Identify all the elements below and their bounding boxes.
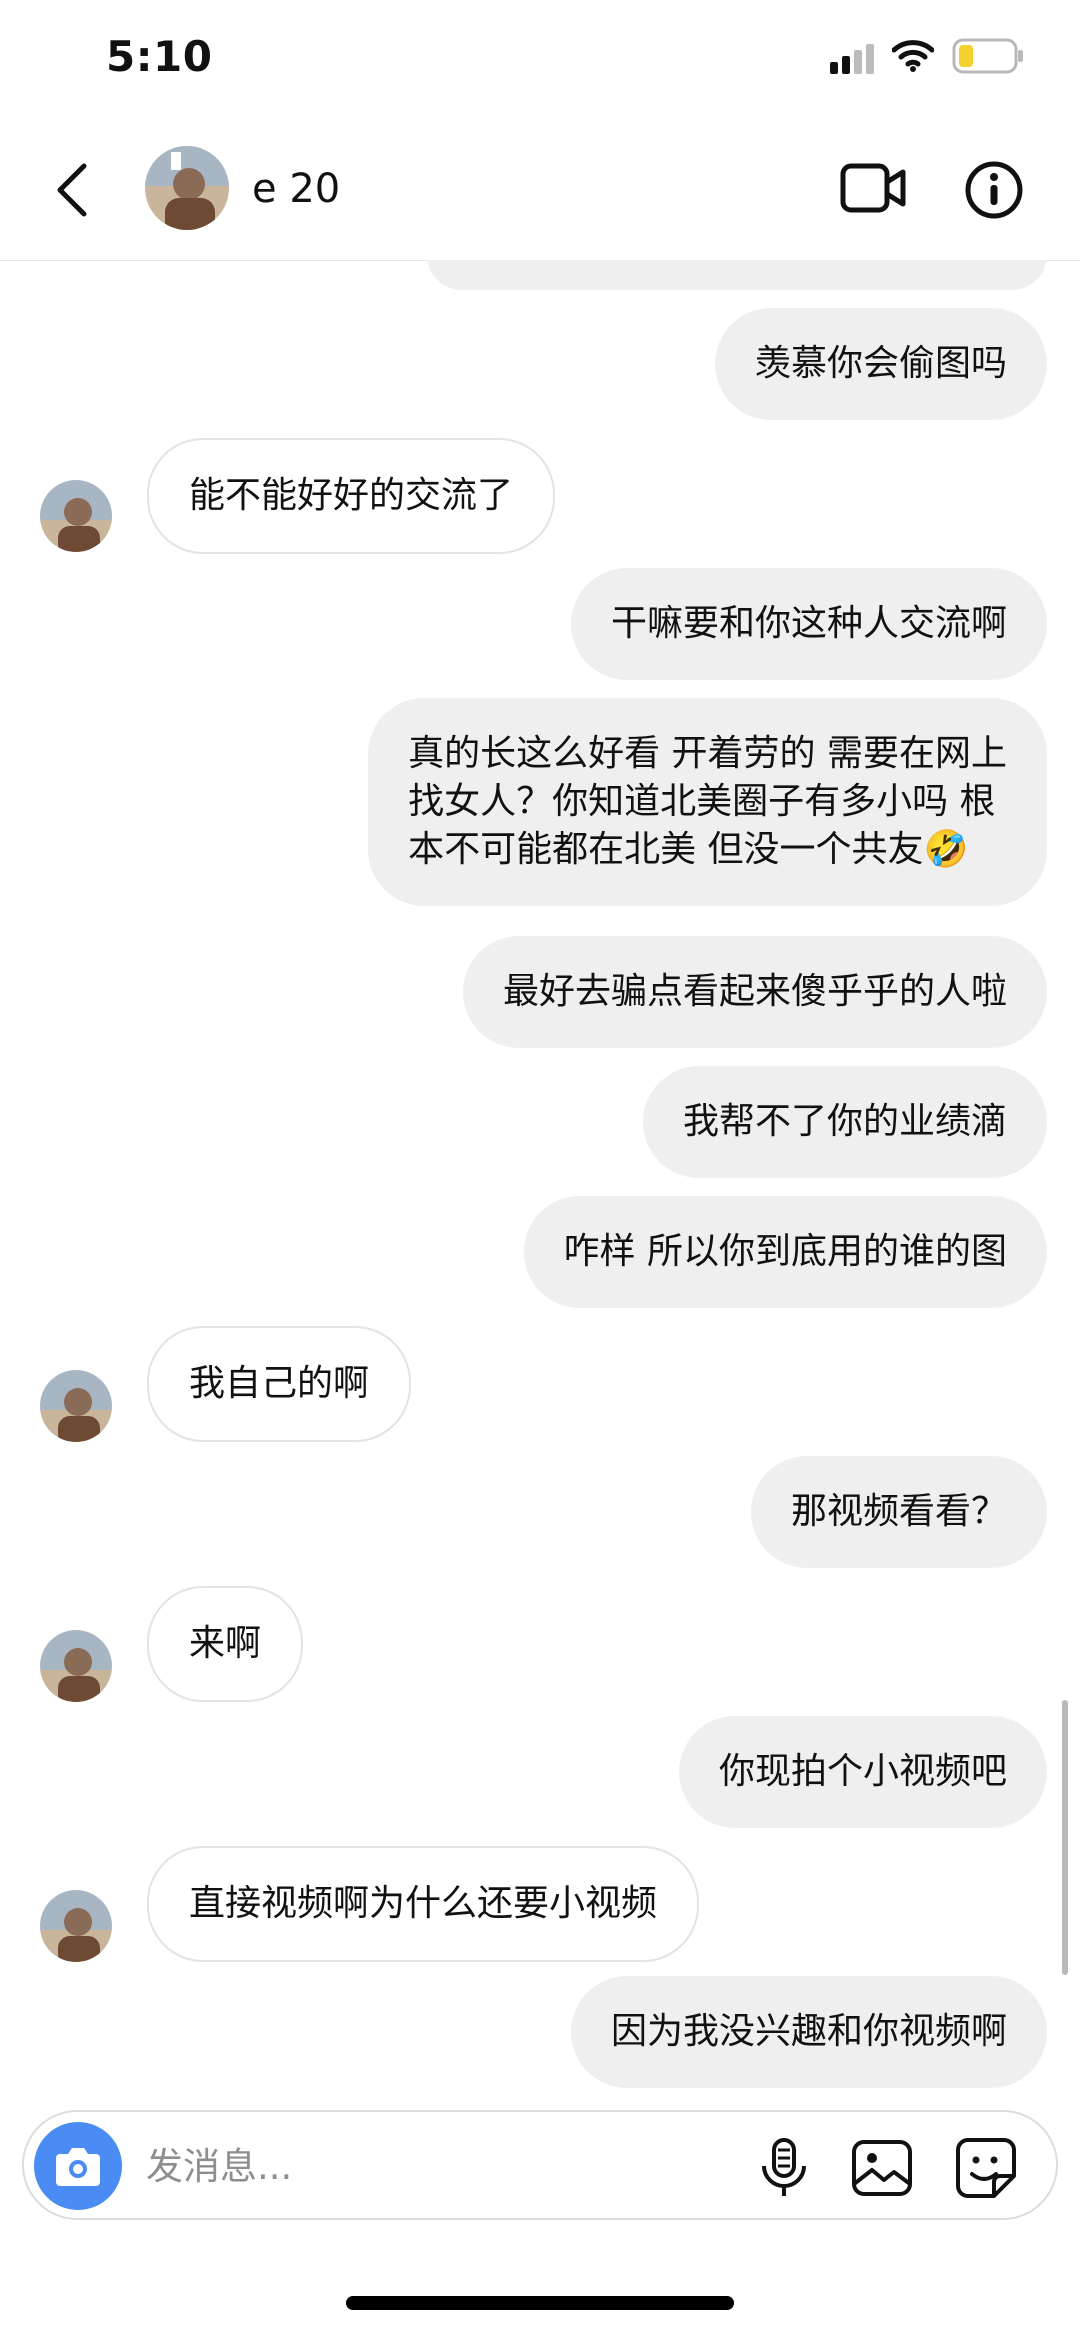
message-bubble[interactable]: 来啊 [147, 1586, 304, 1702]
message-bubble[interactable]: 真的长这么好看 开着劳的 需要在网上 找女人？你知道北美圈子有多小吗 根 本不可… [368, 698, 1047, 906]
message-bubble[interactable]: 我帮不了你的业绩滴 [642, 1066, 1047, 1178]
message-bubble[interactable]: 直接视频啊为什么还要小视频 [147, 1846, 700, 1962]
message-bubble[interactable]: 能不能好好的交流了 [147, 438, 556, 554]
home-indicator[interactable] [346, 2296, 734, 2310]
message-bubble[interactable]: 你现拍个小视频吧 [678, 1716, 1047, 1828]
status-time: 5:10 [106, 32, 213, 81]
message-bubble[interactable]: 最好去骗点看起来傻乎乎的人啦 [462, 936, 1047, 1048]
battery-icon [952, 38, 1023, 74]
message-bubble[interactable]: 干嘛要和你这种人交流啊 [570, 568, 1047, 680]
contact-avatar[interactable] [145, 146, 229, 230]
wifi-icon [892, 40, 934, 72]
video-call-icon[interactable] [840, 160, 906, 216]
message-bubble[interactable]: 因为我没兴趣和你视频啊 [570, 1976, 1047, 2088]
chat-header: e 20 [0, 110, 1080, 261]
sticker-icon[interactable] [954, 2136, 1018, 2200]
info-icon[interactable] [964, 160, 1024, 220]
message-composer [22, 2110, 1058, 2220]
contact-avatar-small[interactable] [40, 1630, 112, 1702]
camera-icon [56, 2148, 100, 2186]
gallery-icon[interactable] [850, 2136, 914, 2200]
signal-icon [830, 44, 874, 74]
message-bubble[interactable]: 羡慕你会偷图吗 [714, 308, 1047, 420]
message-bubble[interactable]: 那视频看看？ [750, 1456, 1047, 1568]
message-input[interactable] [144, 2132, 748, 2200]
message-list[interactable]: 羡慕你会偷图吗 能不能好好的交流了 干嘛要和你这种人交流啊 真的长这么好看 开着… [0, 260, 1080, 2110]
scrollbar[interactable] [1062, 1700, 1068, 1975]
camera-button[interactable] [34, 2122, 122, 2210]
contact-avatar-small[interactable] [40, 1890, 112, 1962]
back-arrow-icon[interactable] [48, 160, 98, 220]
contact-avatar-small[interactable] [40, 480, 112, 552]
contact-name[interactable]: e 20 [252, 166, 340, 212]
microphone-icon[interactable] [754, 2136, 814, 2200]
message-bubble[interactable]: 咋样 所以你到底用的谁的图 [523, 1196, 1047, 1308]
message-bubble-partial [427, 260, 1047, 290]
message-bubble[interactable]: 我自己的啊 [147, 1326, 412, 1442]
contact-avatar-small[interactable] [40, 1370, 112, 1442]
